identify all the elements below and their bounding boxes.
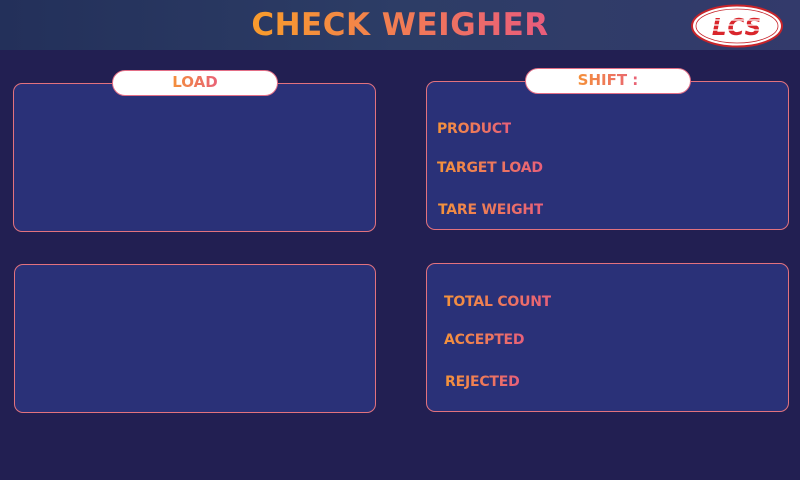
lower-left-panel (14, 264, 376, 413)
load-label-pill: LOAD (112, 70, 278, 96)
accepted-label: ACCEPTED (444, 332, 525, 348)
load-label: LOAD (172, 73, 218, 91)
page-title: CHECK WEIGHER (0, 0, 800, 50)
rejected-label: REJECTED (445, 374, 520, 390)
shift-label-pill: SHIFT : (525, 68, 691, 94)
product-label: PRODUCT (437, 121, 512, 137)
tare-weight-label: TARE WEIGHT (438, 202, 544, 218)
load-panel (13, 83, 376, 232)
lcs-logo: LCS (691, 4, 783, 48)
logo-text: LCS (712, 15, 762, 41)
shift-label: SHIFT : (577, 71, 639, 89)
target-load-label: TARGET LOAD (437, 160, 543, 176)
total-count-label: TOTAL COUNT (444, 294, 552, 310)
